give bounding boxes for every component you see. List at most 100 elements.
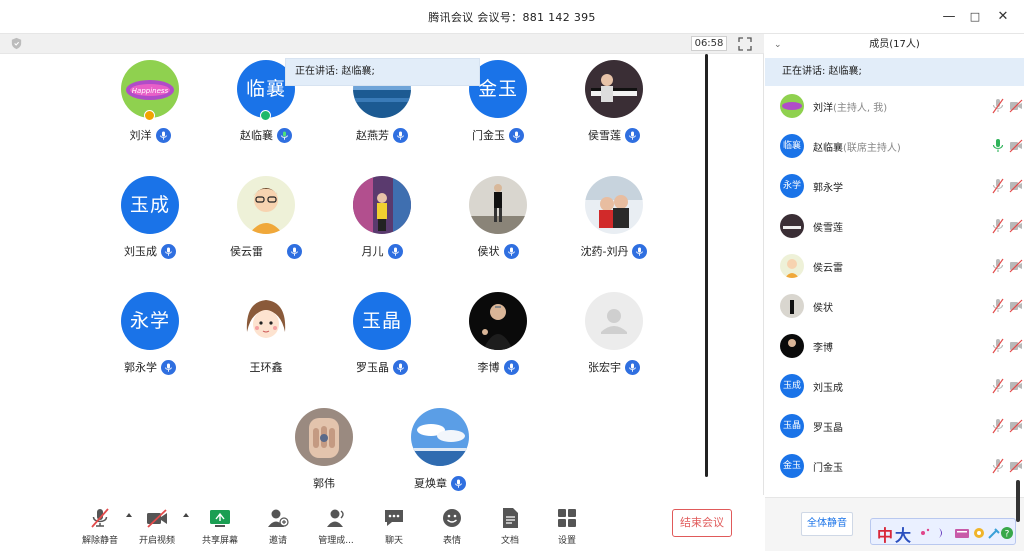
video-off-icon	[147, 509, 167, 528]
participant-tile[interactable]: 玉晶 罗玉晶	[327, 286, 437, 396]
avatar: 玉晶	[353, 292, 411, 350]
avatar	[353, 176, 411, 234]
minimize-icon[interactable]: —	[938, 7, 960, 27]
video-off-icon[interactable]	[1009, 99, 1023, 113]
participant-name: 李博	[477, 361, 500, 374]
member-name: 罗玉晶	[813, 423, 843, 434]
member-row[interactable]: 侯云雷	[765, 246, 1024, 286]
avatar: 永学	[780, 174, 804, 198]
emoji-button[interactable]: 表情	[422, 503, 482, 549]
video-off-icon[interactable]	[1009, 179, 1023, 193]
emoji-icon	[443, 509, 461, 527]
mute-all-button[interactable]: 全体静音	[801, 512, 853, 536]
participant-tile[interactable]: 王环鑫	[211, 286, 321, 396]
maximize-icon[interactable]: □	[964, 7, 986, 27]
avatar	[295, 408, 353, 466]
host-badge-icon	[144, 110, 155, 121]
start-video-button[interactable]: 开启视频	[127, 503, 187, 549]
participant-tile[interactable]: 侯雪莲	[559, 54, 669, 164]
mic-active-icon[interactable]	[991, 138, 1005, 154]
member-row[interactable]: 金玉 门金玉	[765, 446, 1024, 486]
avatar	[237, 292, 295, 350]
video-off-icon[interactable]	[1009, 219, 1023, 233]
mic-muted-icon[interactable]	[991, 98, 1005, 114]
participant-tile[interactable]: Happiness 刘洋	[95, 54, 205, 164]
mic-icon	[632, 243, 648, 259]
manage-members-label: 管理成...	[318, 536, 354, 546]
video-off-icon[interactable]	[1009, 379, 1023, 393]
mic-muted-icon[interactable]	[991, 458, 1005, 474]
chat-icon	[385, 510, 403, 526]
member-name: 李博	[813, 343, 833, 354]
video-area: 06:58 Happiness 刘洋 临襄 赵临襄 赵燕芳 金玉 门金玉 侯雪莲…	[0, 34, 764, 551]
mic-muted-icon[interactable]	[991, 378, 1005, 394]
video-off-icon[interactable]	[1009, 299, 1023, 313]
participant-tile[interactable]: 张宏宇	[559, 286, 669, 396]
mic-muted-icon[interactable]	[991, 418, 1005, 434]
member-role: (主持人, 我)	[833, 103, 888, 114]
emoji-label: 表情	[442, 536, 461, 546]
shield-icon[interactable]	[10, 37, 23, 50]
start-video-label: 开启视频	[138, 536, 175, 546]
member-row[interactable]: 李博	[765, 326, 1024, 366]
invite-button[interactable]: 邀请	[248, 503, 308, 549]
chat-button[interactable]: 聊天	[364, 503, 424, 549]
members-list: 刘洋(主持人, 我) 临襄 赵临襄(联席主持人) 永学 郭永学 侯雪莲 侯云雷 …	[765, 86, 1024, 496]
chevron-down-icon[interactable]: ⌄	[774, 34, 782, 56]
mic-muted-icon[interactable]	[991, 258, 1005, 274]
mic-muted-icon[interactable]	[991, 338, 1005, 354]
docs-button[interactable]: 文档	[480, 503, 540, 549]
svg-text:Happiness: Happiness	[132, 87, 169, 95]
member-row[interactable]: 刘洋(主持人, 我)	[765, 86, 1024, 126]
member-name: 郭永学	[813, 183, 843, 194]
ime-toolbar[interactable]: 中 大 ?	[870, 518, 1016, 545]
avatar: 临襄	[780, 134, 804, 158]
cohost-badge-icon	[260, 110, 271, 121]
participant-tile[interactable]: 沈药-刘丹	[559, 170, 669, 280]
participant-tile[interactable]: 永学 郭永学	[95, 286, 205, 396]
participant-name: 侯雪莲	[588, 129, 621, 142]
mic-icon	[393, 127, 408, 143]
video-off-icon[interactable]	[1009, 459, 1023, 473]
participant-name: 刘洋	[129, 129, 152, 142]
video-off-icon[interactable]	[1009, 139, 1023, 153]
member-row[interactable]: 侯雪莲	[765, 206, 1024, 246]
share-screen-label: 共享屏幕	[201, 536, 238, 546]
share-screen-button[interactable]: 共享屏幕	[190, 503, 250, 549]
member-row[interactable]: 永学 郭永学	[765, 166, 1024, 206]
fullscreen-icon[interactable]	[738, 37, 752, 51]
video-off-icon[interactable]	[1009, 339, 1023, 353]
unmute-button[interactable]: 解除静音	[70, 503, 130, 549]
member-row[interactable]: 玉晶 罗玉晶	[765, 406, 1024, 446]
member-row[interactable]: 玉成 刘玉成	[765, 366, 1024, 406]
end-meeting-button[interactable]: 结束会议	[672, 509, 732, 537]
participant-tile[interactable]: 月儿	[327, 170, 437, 280]
video-off-icon[interactable]	[1009, 419, 1023, 433]
member-row[interactable]: 临襄 赵临襄(联席主持人)	[765, 126, 1024, 166]
mic-muted-icon[interactable]	[991, 178, 1005, 194]
participant-tile[interactable]: 侯状	[443, 170, 553, 280]
participant-tile[interactable]: 玉成 刘玉成	[95, 170, 205, 280]
member-name: 刘玉成	[813, 383, 843, 394]
avatar	[237, 176, 295, 234]
mic-muted-icon[interactable]	[991, 298, 1005, 314]
chat-label: 聊天	[384, 536, 403, 546]
participant-name: 赵燕芳	[356, 129, 389, 142]
video-scrollbar[interactable]	[705, 54, 708, 477]
settings-button[interactable]: 设置	[537, 503, 597, 549]
close-icon[interactable]: ✕	[992, 7, 1014, 27]
member-row[interactable]: 侯状	[765, 286, 1024, 326]
participant-tile[interactable]: 侯云雷	[211, 170, 321, 280]
mic-active-icon	[277, 127, 292, 143]
window-title: 腾讯会议 会议号：881 142 395	[428, 11, 596, 24]
members-scrollbar[interactable]	[1016, 480, 1020, 522]
members-panel-header: ⌄ 成员(17人)	[765, 34, 1024, 56]
member-name: 侯云雷	[813, 263, 843, 274]
avatar	[585, 292, 643, 350]
mic-muted-icon[interactable]	[991, 218, 1005, 234]
manage-members-button[interactable]: 管理成...	[306, 503, 366, 549]
video-off-icon[interactable]	[1009, 259, 1023, 273]
participant-name: 刘玉成	[124, 245, 157, 258]
members-speaking-indicator: 正在讲话: 赵临襄;	[765, 58, 1024, 86]
participant-tile[interactable]: 李博	[443, 286, 553, 396]
